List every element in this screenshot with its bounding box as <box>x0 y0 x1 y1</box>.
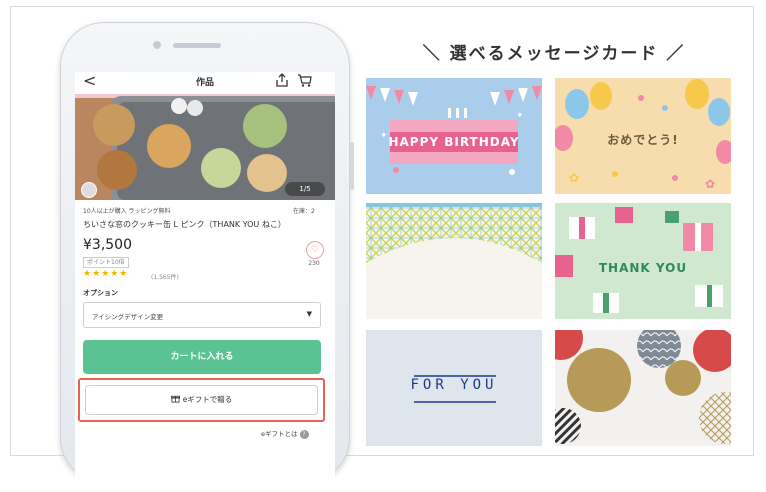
product-price: ¥3,500 <box>83 237 132 253</box>
product-title: ちいさな窓のクッキー缶 L ピンク（THANK YOU ねこ） <box>83 220 286 229</box>
cookie <box>201 148 241 188</box>
app-nav-bar: < 作品 <box>75 72 335 94</box>
circles-illustration <box>555 330 731 444</box>
avatar[interactable] <box>81 182 97 198</box>
question-icon: ? <box>299 430 309 439</box>
photo-counter: 1/5 <box>285 182 325 196</box>
purchase-meta: 10人以上が購入 ラッピング無料 <box>83 208 171 215</box>
phone-side-button <box>350 142 354 190</box>
egift-help-label: eギフトとは <box>261 430 298 438</box>
card-omedetou[interactable]: ✿ ✿ おめでとう! <box>555 78 731 194</box>
cookie <box>243 104 287 148</box>
cookie <box>147 124 191 168</box>
egift-help-link[interactable]: eギフトとは? <box>261 428 309 439</box>
lattice-illustration <box>366 203 542 263</box>
cookie <box>171 98 187 114</box>
cookie <box>187 100 203 116</box>
phone-camera <box>153 41 161 49</box>
product-photo[interactable]: 1/5 <box>75 94 335 200</box>
card-happy-birthday[interactable]: ✦ ✦ HAPPY BIRTHDAY <box>366 78 542 194</box>
card-circles[interactable] <box>555 330 731 446</box>
phone-speaker <box>173 43 221 48</box>
egift-highlight-box: eギフトで贈る <box>78 378 325 422</box>
option-label: オプション <box>83 289 118 297</box>
share-icon[interactable] <box>275 72 289 88</box>
option-value: アイシングデザイン変更 <box>92 313 164 321</box>
page-title: 作品 <box>195 78 214 88</box>
favorite-heart-icon[interactable]: ♡ <box>306 241 324 259</box>
app-screen: < 作品 1/5 10人以上が購入 ラッピング無料 在庫：2 ちいさな窓のクッキ… <box>75 72 335 492</box>
option-select[interactable]: アイシングデザイン変更 ▼ <box>83 302 321 328</box>
cart-icon[interactable] <box>297 72 313 88</box>
svg-text:✿: ✿ <box>569 171 579 185</box>
card-omedetou-text: おめでとう! <box>607 133 679 147</box>
points-badge: ポイント10倍 <box>83 257 129 268</box>
card-happy-birthday-text: HAPPY BIRTHDAY <box>388 135 520 149</box>
cookie <box>247 154 287 192</box>
card-for-you[interactable]: FOR YOU <box>366 330 542 446</box>
card-thank-you-text: THANK YOU <box>598 261 688 275</box>
chevron-down-icon: ▼ <box>306 310 312 318</box>
svg-text:✦: ✦ <box>516 111 524 121</box>
cookie <box>93 104 135 146</box>
card-for-you-text: FOR YOU <box>410 377 498 393</box>
egift-button-label: eギフトで贈る <box>182 395 233 404</box>
rating-stars: ★★★★★ <box>83 269 129 279</box>
favorite-count: 230 <box>308 260 320 267</box>
gift-icon <box>170 395 180 403</box>
add-to-cart-button[interactable]: カートに入れる <box>83 340 321 374</box>
stock-meta: 在庫：2 <box>293 208 315 215</box>
message-card-heading: ＼ 選べるメッセージカード ／ <box>422 44 686 64</box>
svg-text:✿: ✿ <box>705 177 715 191</box>
card-lattice[interactable] <box>366 203 542 319</box>
cookie <box>97 150 137 190</box>
phone-mockup: < 作品 1/5 10人以上が購入 ラッピング無料 在庫：2 ちいさな窓のクッキ… <box>60 22 354 492</box>
egift-button[interactable]: eギフトで贈る <box>85 385 318 415</box>
card-thank-you[interactable]: THANK YOU <box>555 203 731 319</box>
review-count[interactable]: (1,565件) <box>151 272 179 281</box>
